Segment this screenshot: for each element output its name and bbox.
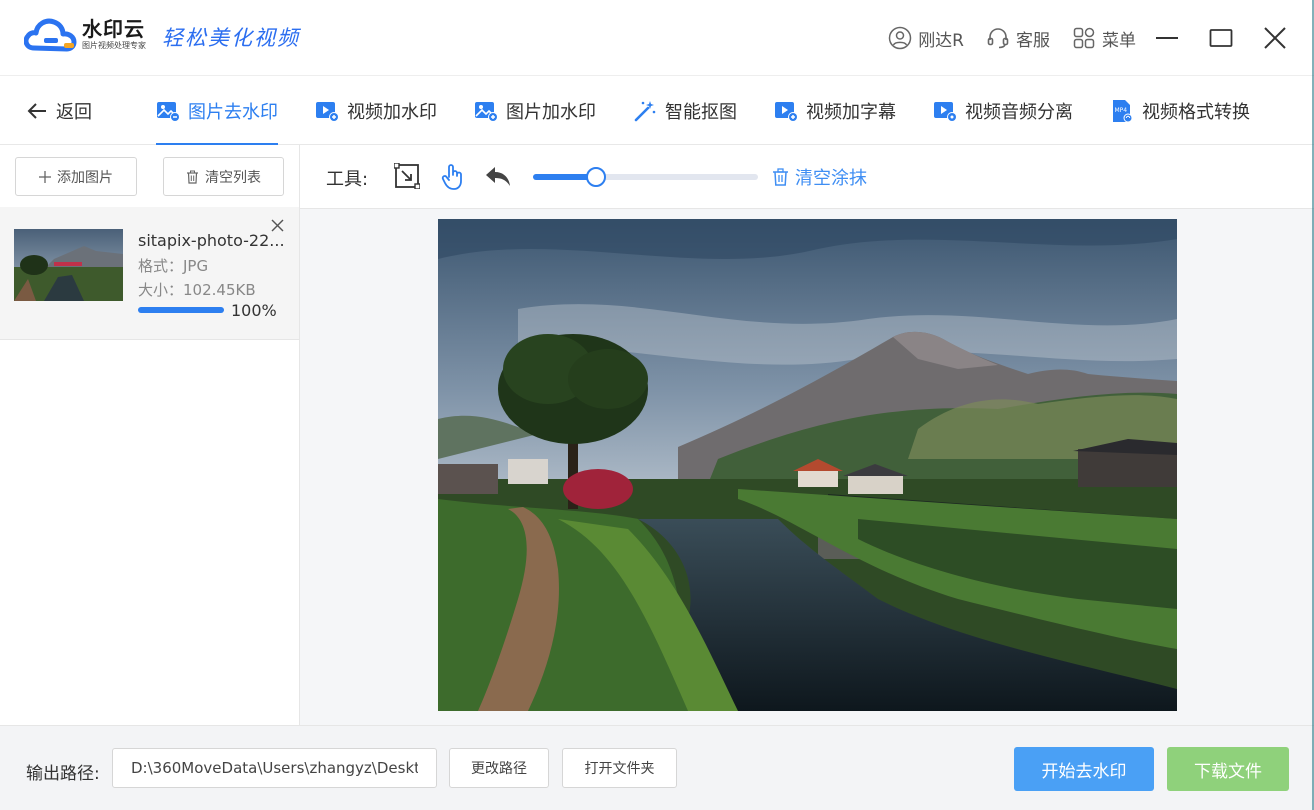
start-remove-watermark-button[interactable]: 开始去水印	[1014, 747, 1154, 791]
tab-label: 图片去水印	[188, 101, 278, 123]
download-label: 下载文件	[1194, 761, 1262, 782]
user-name: 刚达R	[918, 30, 964, 51]
image-add-icon	[475, 101, 498, 122]
cloud-logo-icon	[23, 14, 78, 56]
title-bar: 水印云 图片视频处理专家 轻松美化视频 刚达R 客服 菜单	[0, 0, 1314, 76]
magic-wand-icon	[634, 100, 656, 121]
app-logo: 水印云 图片视频处理专家	[23, 14, 146, 56]
close-button[interactable]	[1262, 25, 1288, 51]
tab-image-add-watermark[interactable]: 图片加水印	[474, 76, 596, 145]
main-menu[interactable]: 菜单	[1072, 26, 1136, 51]
slider-handle[interactable]	[586, 167, 606, 187]
clear-list-label: 清空列表	[205, 169, 261, 186]
menu-label: 菜单	[1102, 30, 1136, 51]
close-icon	[271, 219, 284, 232]
tab-label: 视频音频分离	[965, 101, 1073, 123]
change-path-button[interactable]: 更改路径	[449, 748, 549, 788]
open-folder-label: 打开文件夹	[584, 761, 655, 777]
back-label: 返回	[56, 102, 92, 123]
grid-menu-icon	[1073, 27, 1095, 49]
app-name: 水印云	[82, 17, 145, 41]
tab-label: 智能抠图	[665, 101, 737, 123]
tab-label: 视频格式转换	[1142, 101, 1250, 123]
video-subtitle-icon	[775, 101, 798, 122]
tool-bar: 工具: 清空涂抹	[300, 145, 1314, 209]
app-slogan: 轻松美化视频	[162, 26, 300, 50]
close-icon	[1264, 27, 1286, 49]
service-label: 客服	[1016, 30, 1050, 51]
minimize-button[interactable]	[1154, 25, 1180, 51]
output-bar: 输出路径: 更改路径 打开文件夹 开始去水印 下载文件	[0, 725, 1314, 810]
progress-fill	[138, 307, 224, 313]
back-button[interactable]: 返回	[26, 98, 92, 124]
add-image-button[interactable]: 添加图片	[15, 157, 137, 196]
tool-label: 工具:	[326, 169, 369, 190]
maximize-button[interactable]	[1208, 25, 1234, 51]
minimize-icon	[1156, 37, 1178, 39]
tab-label: 视频加水印	[347, 101, 437, 123]
file-progress-bar	[138, 307, 224, 313]
output-path-label: 输出路径:	[26, 764, 100, 784]
tab-image-remove-watermark[interactable]: 图片去水印	[156, 76, 278, 145]
app-subtitle: 图片视频处理专家	[82, 41, 146, 50]
feature-nav: 返回 图片去水印 视频加水印 图片加水印 智能抠图 视频加字幕 视频音频分离 M…	[0, 76, 1314, 145]
user-icon	[888, 26, 912, 50]
tab-video-format-convert[interactable]: MP4 视频格式转换	[1110, 76, 1250, 145]
mp4-icon: MP4	[1113, 99, 1133, 122]
hand-pointer-icon	[441, 164, 462, 190]
video-audio-icon	[934, 101, 957, 122]
remove-file-button[interactable]	[271, 217, 284, 236]
arrow-left-icon	[27, 103, 46, 119]
file-format: 格式：JPG	[138, 257, 209, 275]
undo-icon	[486, 167, 510, 186]
tab-label: 视频加字幕	[806, 101, 896, 123]
svg-text:MP4: MP4	[1115, 107, 1128, 114]
image-remove-icon	[157, 101, 180, 122]
preview-image[interactable]	[438, 219, 1177, 711]
plus-icon	[39, 170, 51, 183]
file-thumbnail	[14, 229, 123, 301]
hand-brush-tool[interactable]	[441, 163, 465, 195]
file-list-panel: 添加图片 清空列表 sitapix-photo-22... 格式：JPG 大小：…	[0, 145, 300, 725]
progress-percent: 100%	[231, 301, 277, 320]
start-label: 开始去水印	[1041, 761, 1127, 782]
tab-video-add-watermark[interactable]: 视频加水印	[315, 76, 437, 145]
output-path-input[interactable]	[112, 748, 437, 788]
headset-icon	[987, 28, 1009, 49]
customer-service[interactable]: 客服	[986, 26, 1050, 51]
add-image-label: 添加图片	[57, 169, 113, 186]
rect-select-icon	[393, 162, 421, 190]
editor-area: 工具: 清空涂抹	[300, 145, 1314, 725]
file-name: sitapix-photo-22...	[138, 231, 285, 250]
trash-icon	[773, 168, 788, 186]
download-file-button[interactable]: 下载文件	[1167, 747, 1289, 791]
trash-icon	[187, 170, 198, 184]
list-item[interactable]: sitapix-photo-22... 格式：JPG 大小：102.45KB 1…	[0, 207, 299, 340]
clear-list-button[interactable]: 清空列表	[163, 157, 284, 196]
clear-paint-label: 清空涂抹	[795, 168, 867, 189]
brush-size-slider[interactable]	[533, 167, 758, 187]
file-size: 大小：102.45KB	[138, 281, 256, 299]
undo-tool[interactable]	[485, 165, 511, 191]
tab-video-audio-split[interactable]: 视频音频分离	[933, 76, 1073, 145]
tab-video-add-subtitle[interactable]: 视频加字幕	[774, 76, 896, 145]
user-account[interactable]: 刚达R	[888, 26, 964, 51]
video-add-icon	[316, 101, 339, 122]
tab-smart-cutout[interactable]: 智能抠图	[633, 76, 737, 145]
maximize-icon	[1209, 29, 1233, 47]
change-path-label: 更改路径	[471, 761, 527, 777]
clear-paint-button[interactable]: 清空涂抹	[772, 164, 867, 190]
open-folder-button[interactable]: 打开文件夹	[562, 748, 677, 788]
rect-select-tool[interactable]	[393, 162, 421, 193]
tab-label: 图片加水印	[506, 101, 596, 123]
